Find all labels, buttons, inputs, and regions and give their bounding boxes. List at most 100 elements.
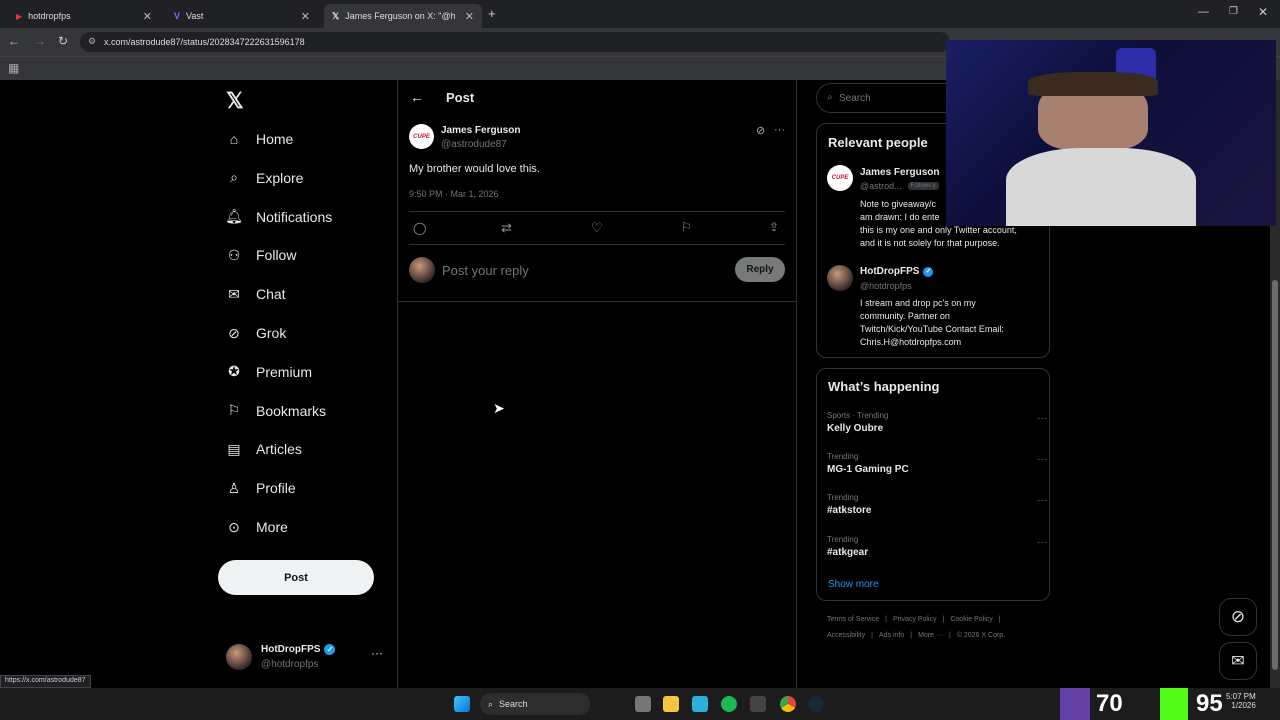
browser-tab-strip: ▶ hotdropfps ✕ V Vast ✕ 𝕏 James Ferguson… — [0, 0, 1280, 28]
x-logo-icon[interactable]: 𝕏 — [226, 88, 244, 114]
left-nav: 𝕏 ⌂ Home ⌕ Explore 🔔︎ Notifications ⚇ Follow ✉ Ch… — [218, 80, 396, 688]
nav-item-explore[interactable]: ⌕ Explore — [226, 163, 303, 193]
clock[interactable]: 5:07 PM 1/2026 — [1226, 692, 1256, 710]
like-icon[interactable]: ♡ — [591, 220, 603, 236]
article-icon: ▤ — [227, 440, 241, 457]
taskbar-search[interactable]: ⌕ Search — [480, 693, 590, 715]
trend-more-icon[interactable]: ··· — [1037, 495, 1047, 506]
trend-category: Sports · Trending — [827, 411, 889, 420]
messages-float-icon[interactable]: ✉ — [1219, 642, 1257, 680]
nav-item-home[interactable]: ⌂ Home — [226, 124, 294, 154]
close-tab-icon[interactable]: ✕ — [143, 10, 152, 23]
mouse-cursor-icon: ➤ — [493, 400, 505, 416]
scroll-thumb[interactable] — [1272, 280, 1278, 670]
trend-category: Trending — [827, 535, 859, 544]
reply-button[interactable]: Reply — [735, 257, 785, 282]
trend-item[interactable]: Trending #atkgear ··· — [827, 535, 1047, 558]
trend-item[interactable]: Trending #atkstore ··· — [827, 493, 1047, 516]
nav-item-label: Premium — [256, 363, 313, 380]
follows-you-badge: Follows y — [907, 182, 939, 190]
trend-name: #atkstore — [827, 505, 872, 516]
back-icon[interactable]: ← — [8, 34, 20, 48]
privacy-link[interactable]: Privacy Policy — [893, 616, 937, 623]
spotify-icon[interactable] — [721, 696, 737, 712]
trend-more-icon[interactable]: ··· — [1037, 413, 1047, 424]
steam-icon[interactable] — [808, 696, 824, 712]
accessibility-link[interactable]: Accessibility — [827, 632, 865, 639]
nav-item-notifications[interactable]: 🔔︎ Notifications — [225, 202, 333, 232]
repost-icon[interactable]: ⇄ — [501, 220, 512, 236]
nav-item-bookmarks[interactable]: ⚐ Bookmarks — [226, 396, 326, 426]
apps-grid-icon[interactable]: ▦ — [8, 61, 19, 75]
file-explorer-icon[interactable] — [663, 696, 679, 712]
close-tab-icon[interactable]: ✕ — [301, 10, 310, 23]
post-more-icon[interactable]: ··· — [774, 124, 785, 136]
restore-icon[interactable]: ❐ — [1229, 6, 1238, 17]
reply-button-label: Reply — [746, 264, 774, 275]
start-icon[interactable] — [454, 696, 470, 712]
author-avatar[interactable]: CUPE — [409, 124, 434, 149]
author-handle[interactable]: @astrodude87 — [441, 139, 507, 150]
post-timestamp[interactable]: 9:50 PM · Mar 1, 2026 — [409, 189, 499, 199]
account-more-icon[interactable]: ··· — [371, 646, 383, 660]
browser-tab[interactable]: ▶ hotdropfps ✕ — [8, 4, 160, 28]
close-tab-icon[interactable]: ✕ — [465, 10, 474, 23]
nav-item-premium[interactable]: ✪ Premium — [226, 357, 312, 387]
grok-float-icon[interactable]: ⊘ — [1219, 598, 1257, 636]
show-more-link[interactable]: Show more — [828, 579, 879, 590]
nav-item-more[interactable]: ⊙ More — [226, 512, 288, 542]
person-handle[interactable]: @hotdropfps — [860, 281, 912, 291]
task-view-icon[interactable] — [635, 696, 651, 712]
reload-icon[interactable]: ↻ — [58, 34, 68, 48]
nav-item-articles[interactable]: ▤ Articles — [226, 434, 302, 464]
forward-icon[interactable]: → — [34, 34, 46, 48]
nav-item-chat[interactable]: ✉ Chat — [226, 279, 285, 309]
terms-link[interactable]: Terms of Service — [827, 616, 879, 623]
person-name[interactable]: James Ferguson — [860, 167, 939, 178]
nav-item-follow[interactable]: ⚇ Follow — [226, 240, 297, 270]
reply-input[interactable] — [442, 261, 722, 279]
person-name[interactable]: HotDropFPS — [860, 266, 919, 277]
notepad-icon[interactable] — [692, 696, 708, 712]
nav-item-label: Profile — [256, 480, 296, 497]
account-switcher[interactable]: HotDropFPS ✓ @hotdropfps ··· — [226, 640, 396, 680]
person-handle[interactable]: @astrod... — [860, 181, 902, 191]
nav-item-label: Notifications — [256, 208, 333, 225]
twitch-count: 70 — [1096, 690, 1123, 717]
nav-item-profile[interactable]: ♙ Profile — [226, 473, 296, 503]
close-window-icon[interactable]: ✕ — [1258, 5, 1268, 19]
ads-info-link[interactable]: Ads info — [879, 632, 904, 639]
more-link[interactable]: More ··· — [918, 632, 943, 639]
new-tab-icon[interactable]: + — [488, 6, 496, 21]
author-name[interactable]: James Ferguson — [441, 125, 520, 136]
minimize-icon[interactable]: — — [1198, 6, 1209, 18]
hud-app-icon[interactable] — [750, 696, 766, 712]
url-input[interactable]: ⚙ x.com/astrodude87/status/2028347222631… — [80, 32, 950, 52]
trend-category: Trending — [827, 493, 859, 502]
trend-item[interactable]: Trending MG-1 Gaming PC ··· — [827, 452, 1047, 475]
mail-icon: ✉ — [228, 285, 240, 302]
site-info-icon[interactable]: ⚙ — [88, 36, 96, 47]
trend-item[interactable]: Sports · Trending Kelly Oubre ··· — [827, 411, 1047, 434]
footer-links: Terms of Service | Privacy Policy | Cookie… — [827, 616, 1001, 623]
chrome-icon[interactable] — [780, 696, 796, 712]
post-button-label: Post — [284, 571, 308, 584]
divider — [409, 211, 785, 212]
browser-tab[interactable]: V Vast ✕ — [166, 4, 318, 28]
trend-more-icon[interactable]: ··· — [1037, 537, 1047, 548]
share-icon[interactable]: ⇪ — [769, 220, 779, 234]
cookie-link[interactable]: Cookie Policy — [950, 616, 992, 623]
whats-happening-panel: What’s happening Sports · Trending Kelly… — [816, 368, 1050, 601]
back-arrow-icon[interactable]: ← — [410, 89, 424, 105]
post-button[interactable]: Post — [218, 560, 374, 595]
reply-icon[interactable]: ◯ — [413, 221, 426, 235]
trend-more-icon[interactable]: ··· — [1037, 454, 1047, 465]
nav-item-grok[interactable]: ⊘ Grok — [226, 318, 286, 348]
bookmark-icon[interactable]: ⚐ — [681, 220, 692, 234]
streamer-hair — [1028, 72, 1158, 96]
clock-time: 5:07 PM — [1226, 692, 1256, 701]
person-avatar[interactable]: CUPE — [827, 165, 853, 191]
browser-tab-active[interactable]: 𝕏 James Ferguson on X: "@hotdro ✕ — [324, 4, 482, 28]
person-avatar[interactable] — [827, 265, 853, 291]
grok-icon[interactable]: ⊘ — [756, 124, 765, 137]
